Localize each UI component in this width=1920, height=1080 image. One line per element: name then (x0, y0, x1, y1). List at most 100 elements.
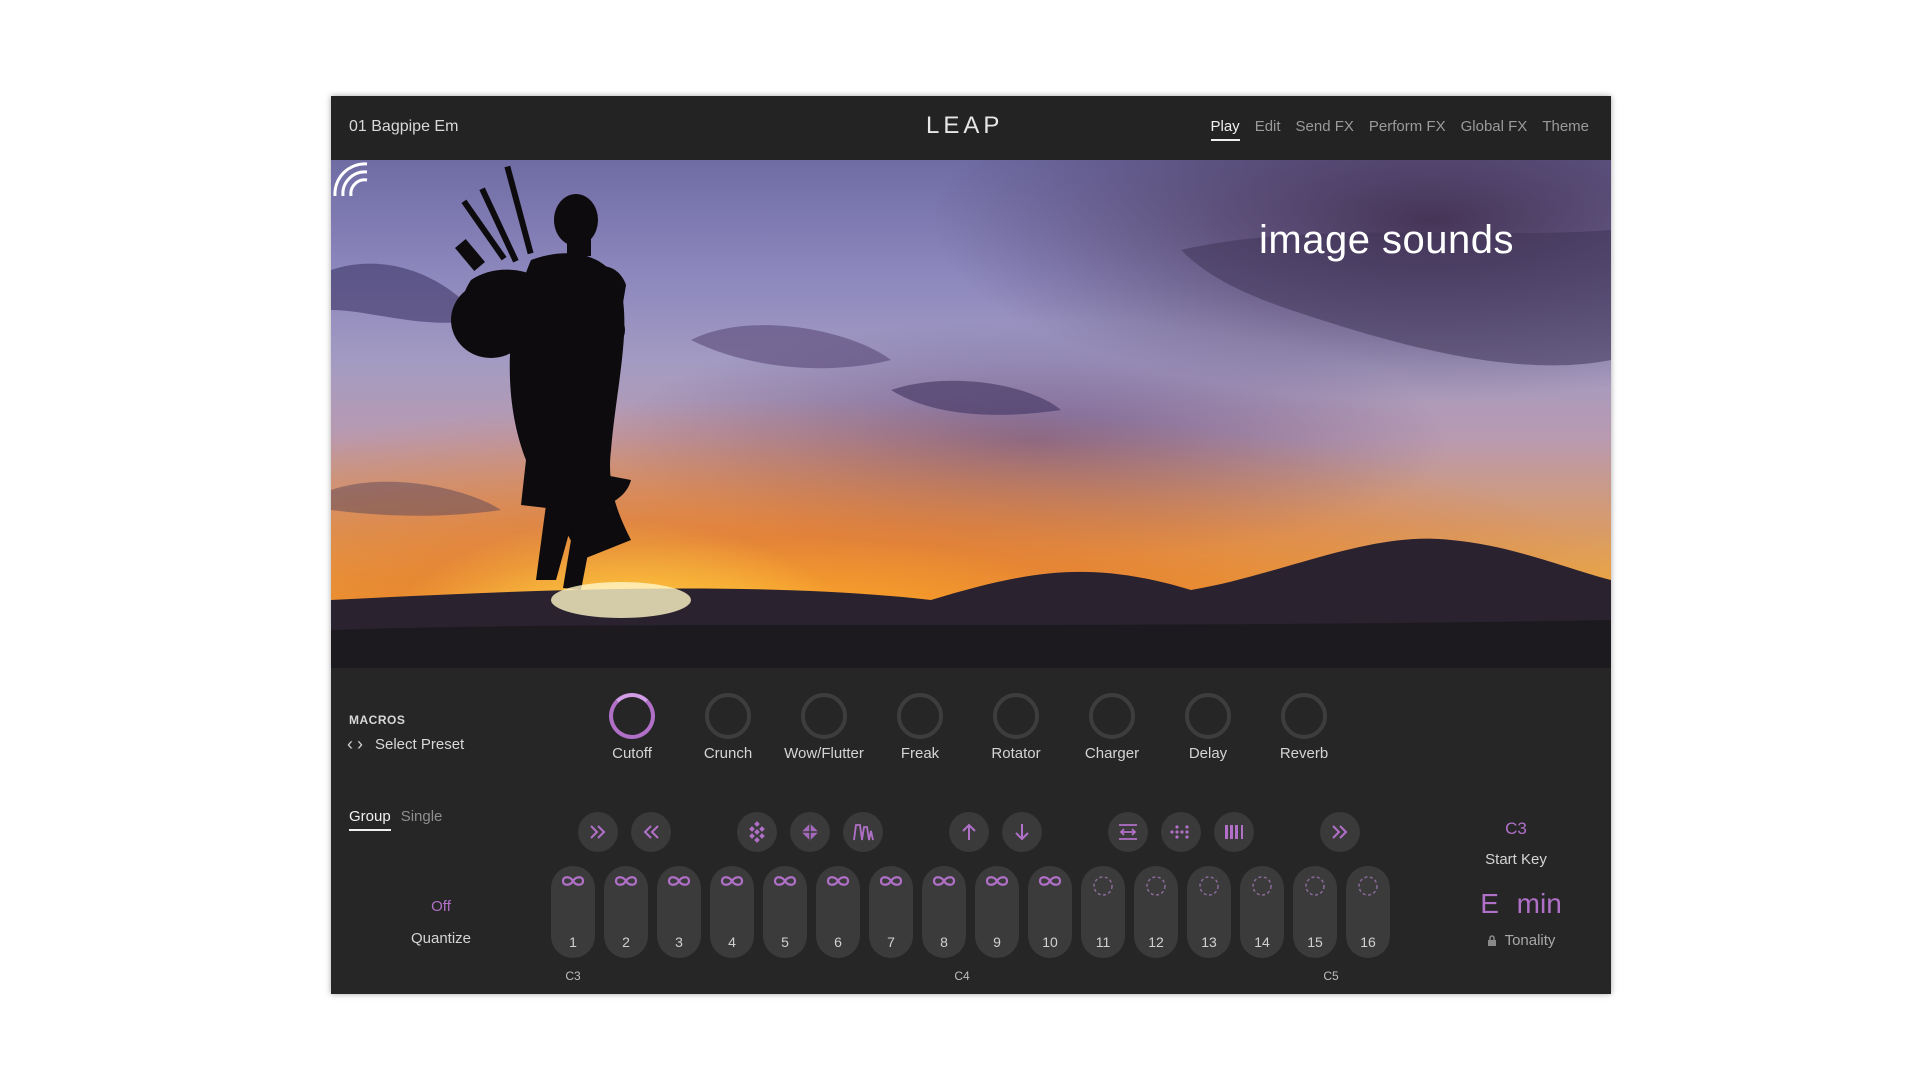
tab-send-fx[interactable]: Send FX (1296, 118, 1354, 141)
knob-dial[interactable] (1185, 693, 1231, 739)
oneshot-icon (1293, 874, 1337, 903)
pad-13[interactable]: 13 (1187, 866, 1231, 958)
pad-8[interactable]: 8 (922, 866, 966, 958)
pad-number: 16 (1360, 934, 1376, 950)
knob-label: Cutoff (612, 745, 652, 762)
tab-play[interactable]: Play (1210, 118, 1240, 141)
pad-number: 1 (569, 934, 577, 950)
select-preset-control[interactable]: ‹› Select Preset (347, 734, 464, 755)
waveform-button[interactable] (843, 812, 883, 852)
fast-forward-button[interactable] (578, 812, 618, 852)
pad-12[interactable]: 12 (1134, 866, 1178, 958)
loop-icon (710, 874, 754, 893)
macro-knob-crunch[interactable]: Crunch (680, 693, 776, 762)
pad-14[interactable]: 14 (1240, 866, 1284, 958)
preset-nav-arrows-icon[interactable]: ‹› (347, 734, 367, 755)
knob-dial[interactable] (1281, 693, 1327, 739)
macro-knob-charger[interactable]: Charger (1064, 693, 1160, 762)
knob-dial[interactable] (801, 693, 847, 739)
tonality-value[interactable]: E min (1461, 888, 1581, 920)
pad-9[interactable]: 9 (975, 866, 1019, 958)
skip-forward-button[interactable] (1320, 812, 1360, 852)
tonality-control: Tonality (1461, 932, 1581, 949)
pad-4[interactable]: 4 (710, 866, 754, 958)
pad-1[interactable]: 1 (551, 866, 595, 958)
macro-knob-rotator[interactable]: Rotator (968, 693, 1064, 762)
macro-knob-cutoff[interactable]: Cutoff (584, 693, 680, 762)
arrow-down-icon (1015, 824, 1029, 841)
tab-edit[interactable]: Edit (1255, 118, 1281, 141)
reverse-dots-button[interactable] (1161, 812, 1201, 852)
fast-forward-icon (590, 825, 606, 839)
pad-number: 6 (834, 934, 842, 950)
knob-label: Reverb (1279, 745, 1329, 762)
main-tabs: Play Edit Send FX Perform FX Global FX T… (1210, 118, 1589, 141)
waveform-icon (853, 824, 874, 841)
rewind-button[interactable] (631, 812, 671, 852)
pad-15[interactable]: 15 (1293, 866, 1337, 958)
pad-number: 15 (1307, 934, 1323, 950)
tab-theme[interactable]: Theme (1542, 118, 1589, 141)
pad-11[interactable]: 11 (1081, 866, 1125, 958)
leap-logo: LEAP (926, 112, 1004, 139)
preset-name[interactable]: 01 Bagpipe Em (349, 118, 458, 136)
tonality-label: Tonality (1504, 932, 1556, 949)
loop-icon (816, 874, 860, 893)
macro-knob-reverb[interactable]: Reverb (1256, 693, 1352, 762)
mode-single-tab[interactable]: Single (401, 808, 443, 831)
pitch-up-button[interactable] (949, 812, 989, 852)
pad-10[interactable]: 10 (1028, 866, 1072, 958)
pad-number: 13 (1201, 934, 1217, 950)
mode-group-tab[interactable]: Group (349, 808, 391, 831)
pad-6[interactable]: 6 (816, 866, 860, 958)
knob-dial[interactable] (993, 693, 1039, 739)
knob-dial[interactable] (1089, 693, 1135, 739)
pad-number: 3 (675, 934, 683, 950)
macro-knob-freak[interactable]: Freak (872, 693, 968, 762)
macro-knob-delay[interactable]: Delay (1160, 693, 1256, 762)
oneshot-icon (1240, 874, 1284, 903)
grid-scatter-icon (801, 823, 819, 841)
oneshot-icon (1187, 874, 1231, 903)
select-preset-label[interactable]: Select Preset (375, 736, 464, 753)
quantize-value[interactable]: Off (411, 898, 471, 915)
start-key-value[interactable]: C3 (1476, 819, 1556, 839)
knob-dial[interactable] (705, 693, 751, 739)
loop-icon (922, 874, 966, 893)
key-label-c4: C4 (954, 969, 970, 983)
leap-app-window: 01 Bagpipe Em LEAP Play Edit Send FX Per… (331, 96, 1611, 994)
pad-5[interactable]: 5 (763, 866, 807, 958)
pad-number: 14 (1254, 934, 1270, 950)
pitch-down-button[interactable] (1002, 812, 1042, 852)
knob-label: Rotator (991, 745, 1041, 762)
pad-16[interactable]: 16 (1346, 866, 1390, 958)
pad-2[interactable]: 2 (604, 866, 648, 958)
pad-3[interactable]: 3 (657, 866, 701, 958)
pad-number: 2 (622, 934, 630, 950)
oneshot-icon (1081, 874, 1125, 903)
knob-dial[interactable] (609, 693, 655, 739)
knob-label: Freak (900, 745, 940, 762)
pad-number: 7 (887, 934, 895, 950)
knob-dial[interactable] (897, 693, 943, 739)
lock-icon[interactable] (1487, 934, 1497, 947)
knob-label: Delay (1188, 745, 1228, 762)
scatter-button[interactable] (737, 812, 777, 852)
pad-number: 12 (1148, 934, 1164, 950)
pad-7[interactable]: 7 (869, 866, 913, 958)
grid-scatter-button[interactable] (790, 812, 830, 852)
swap-button[interactable] (1108, 812, 1148, 852)
tab-perform-fx[interactable]: Perform FX (1369, 118, 1446, 141)
loop-icon (551, 874, 595, 893)
oneshot-icon (1346, 874, 1390, 903)
pad-number: 8 (940, 934, 948, 950)
bars-button[interactable] (1214, 812, 1254, 852)
pad-number: 9 (993, 934, 1001, 950)
macro-knob-wow-flutter[interactable]: Wow/Flutter (776, 693, 872, 762)
loop-icon (975, 874, 1019, 893)
start-key-label: Start Key (1485, 851, 1547, 868)
tab-global-fx[interactable]: Global FX (1461, 118, 1528, 141)
loop-icon (763, 874, 807, 893)
scatter-icon (749, 821, 765, 843)
loop-icon (657, 874, 701, 893)
